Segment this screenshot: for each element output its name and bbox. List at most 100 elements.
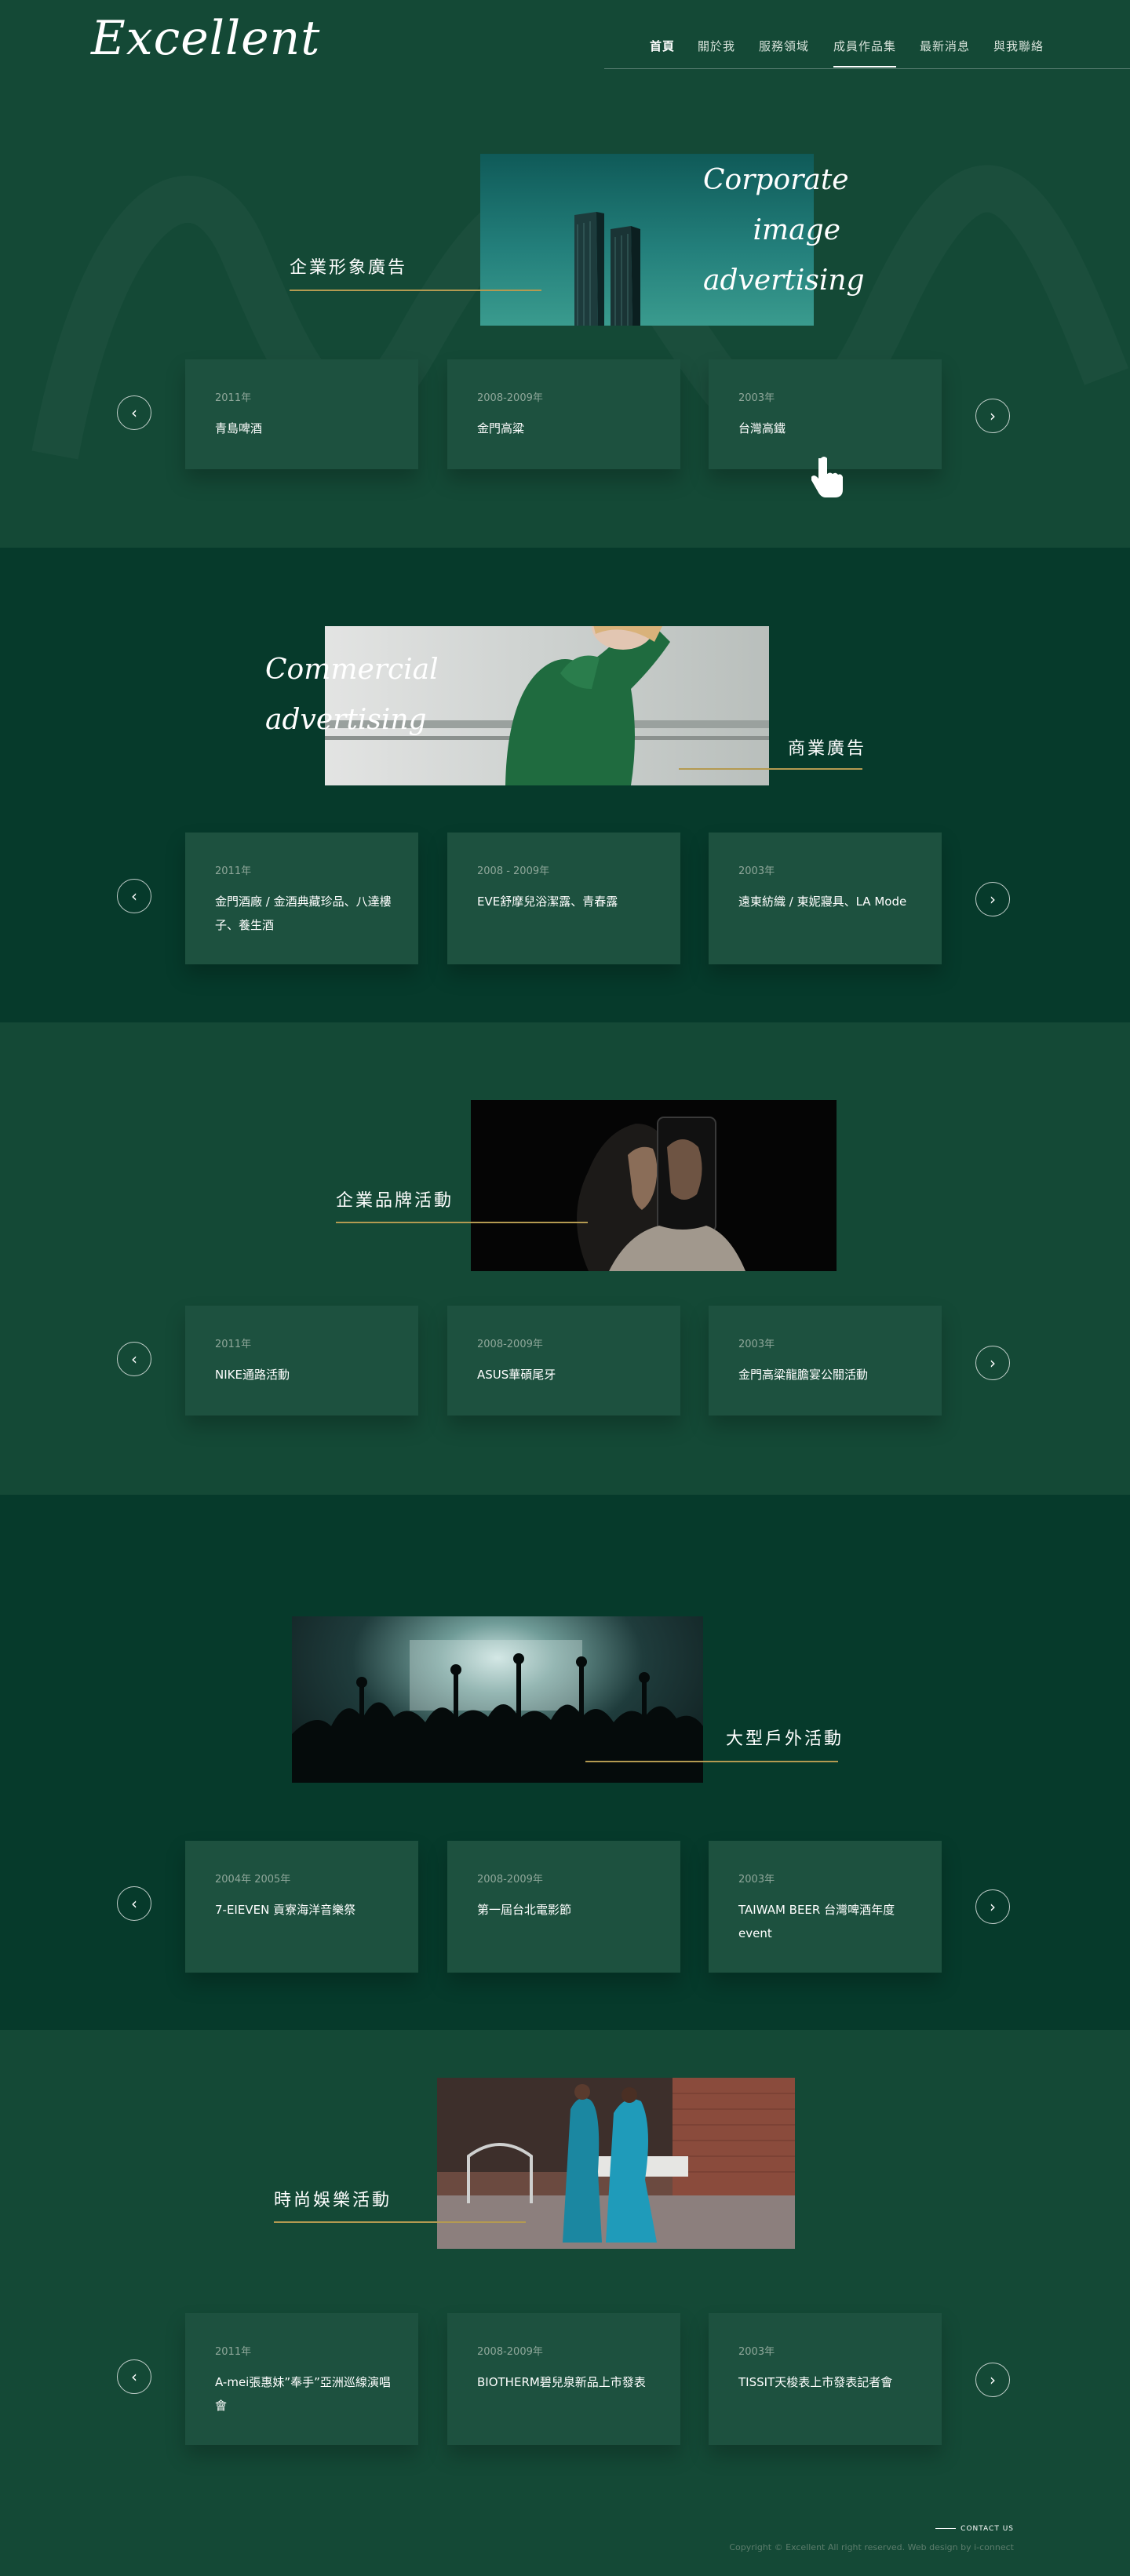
prev-arrow-button[interactable]: ‹ — [117, 1342, 151, 1376]
script-line: advertising — [265, 704, 427, 736]
card-title: 遠東紡織 / 東妮寢具、LA Mode — [738, 894, 907, 909]
card-title: A-mei張惠妹”奉手”亞洲巡線演唱會 — [215, 2375, 391, 2413]
card-year: 2008-2009年 — [477, 1874, 543, 1886]
title-underline — [274, 2221, 526, 2223]
work-card[interactable]: 2003年 遠東紡織 / 東妮寢具、LA Mode — [709, 833, 942, 964]
card-title: ASUS華碩尾牙 — [477, 1368, 556, 1382]
work-card[interactable]: 2008-2009年 BIOTHERM碧兒泉新品上市發表 — [447, 2313, 680, 2445]
card-year: 2003年 — [738, 1874, 775, 1886]
chevron-right-icon: › — [990, 890, 996, 909]
card-year: 2008-2009年 — [477, 2346, 543, 2358]
category-title: 商業廣告 — [788, 739, 867, 759]
title-underline — [585, 1761, 838, 1762]
prev-arrow-button[interactable]: ‹ — [117, 395, 151, 430]
card-title: 青島啤酒 — [215, 421, 263, 435]
nav-news[interactable]: 最新消息 — [920, 38, 970, 54]
work-card[interactable]: 2011年 NIKE通路活動 — [185, 1306, 418, 1416]
next-arrow-button[interactable]: › — [975, 1889, 1010, 1924]
chevron-right-icon: › — [990, 406, 996, 425]
card-title: 第一屆台北電影節 — [477, 1903, 572, 1917]
card-year: 2003年 — [738, 392, 775, 404]
next-arrow-button[interactable]: › — [975, 882, 1010, 916]
card-year: 2008 - 2009年 — [477, 865, 550, 877]
card-year: 2003年 — [738, 865, 775, 877]
fashion-event-photo — [437, 2078, 795, 2249]
category-title: 企業形象廣告 — [290, 258, 408, 278]
card-title: NIKE通路活動 — [215, 1368, 290, 1382]
contact-line — [935, 2528, 957, 2529]
concert-crowd-illustration — [292, 1640, 703, 1783]
card-year: 2011年 — [215, 865, 252, 877]
card-title: 金門酒廠 / 金酒典藏珍品、八達樓子、養生酒 — [215, 894, 392, 932]
outdoor-event-photo — [292, 1616, 703, 1783]
work-card[interactable]: 2008-2009年 第一屆台北電影節 — [447, 1841, 680, 1973]
work-card[interactable]: 2011年 青島啤酒 — [185, 359, 418, 469]
hand-cursor-icon — [811, 457, 843, 497]
chevron-right-icon: › — [990, 1897, 996, 1916]
script-line: image — [753, 214, 840, 246]
category-title: 大型戶外活動 — [726, 1729, 844, 1749]
work-card[interactable]: 2003年 TISSIT天梭表上市發表記者會 — [709, 2313, 942, 2445]
work-card[interactable]: 2008-2009年 ASUS華碩尾牙 — [447, 1306, 680, 1416]
main-nav: 首頁 關於我 服務領域 成員作品集 最新消息 與我聯絡 — [604, 38, 1130, 69]
woman-mirror-phone-illustration — [577, 1117, 745, 1271]
category-title: 企業品牌活動 — [336, 1191, 454, 1211]
card-title: 7-EIEVEN 貢寮海洋音樂祭 — [215, 1903, 356, 1917]
card-year: 2011年 — [215, 392, 252, 404]
title-underline — [679, 768, 862, 770]
chevron-right-icon: › — [990, 1354, 996, 1372]
card-year: 2004年 2005年 — [215, 1874, 291, 1886]
card-year: 2008-2009年 — [477, 392, 543, 404]
script-line: advertising — [703, 264, 865, 297]
prev-arrow-button[interactable]: ‹ — [117, 879, 151, 913]
site-header: Excellent 首頁 關於我 服務領域 成員作品集 最新消息 與我聯絡 — [0, 0, 1130, 78]
nav-contact[interactable]: 與我聯絡 — [993, 38, 1044, 54]
card-year: 2011年 — [215, 1339, 252, 1350]
fashion-models-illustration — [437, 2078, 795, 2249]
nav-portfolio[interactable]: 成員作品集 — [833, 38, 897, 67]
card-title: 台灣高鐵 — [738, 421, 786, 435]
work-card[interactable]: 2011年 A-mei張惠妹”奉手”亞洲巡線演唱會 — [185, 2313, 418, 2445]
title-underline — [290, 290, 541, 291]
page: Excellent 首頁 關於我 服務領域 成員作品集 最新消息 與我聯絡 Co… — [0, 0, 1130, 2576]
script-line: Commercial — [265, 654, 439, 686]
card-year: 2003年 — [738, 2346, 775, 2358]
work-card[interactable]: 2003年 TAIWAM BEER 台灣啤酒年度event — [709, 1841, 942, 1973]
chevron-left-icon: ‹ — [131, 887, 137, 905]
work-card[interactable]: 2011年 金門酒廠 / 金酒典藏珍品、八達樓子、養生酒 — [185, 833, 418, 964]
nav-about[interactable]: 關於我 — [698, 38, 735, 54]
work-card[interactable]: 2003年 金門高粱龍膽宴公關活動 — [709, 1306, 942, 1416]
card-year: 2011年 — [215, 2346, 252, 2358]
title-underline — [336, 1222, 588, 1223]
next-arrow-button[interactable]: › — [975, 399, 1010, 433]
chevron-left-icon: ‹ — [131, 1894, 137, 1913]
contact-us-label: CONTACT US — [960, 2525, 1014, 2533]
work-card[interactable]: 2008-2009年 金門高粱 — [447, 359, 680, 469]
script-line: Corporate — [703, 164, 849, 196]
script-commercial: Commercial advertising — [265, 645, 439, 745]
card-year: 2008-2009年 — [477, 1339, 543, 1350]
nav-services[interactable]: 服務領域 — [759, 38, 809, 54]
logo[interactable]: Excellent — [91, 11, 320, 66]
chevron-left-icon: ‹ — [131, 403, 137, 422]
work-card[interactable]: 2004年 2005年 7-EIEVEN 貢寮海洋音樂祭 — [185, 1841, 418, 1973]
chevron-left-icon: ‹ — [131, 2367, 137, 2386]
card-year: 2003年 — [738, 1339, 775, 1350]
card-title: 金門高粱龍膽宴公關活動 — [738, 1368, 869, 1382]
prev-arrow-button[interactable]: ‹ — [117, 2359, 151, 2394]
chevron-right-icon: › — [990, 2370, 996, 2389]
next-arrow-button[interactable]: › — [975, 2363, 1010, 2397]
prev-arrow-button[interactable]: ‹ — [117, 1886, 151, 1921]
next-arrow-button[interactable]: › — [975, 1346, 1010, 1380]
work-card[interactable]: 2003年 台灣高鐵 — [709, 359, 942, 469]
copyright-text: Copyright © Excellent All right reserved… — [729, 2542, 1014, 2552]
chevron-left-icon: ‹ — [131, 1350, 137, 1368]
contact-us-link[interactable]: CONTACT US — [935, 2525, 1014, 2533]
script-corporate: Corporate image advertising — [703, 155, 865, 306]
category-title: 時尚娛樂活動 — [274, 2191, 392, 2210]
brand-event-photo — [471, 1100, 837, 1271]
work-card[interactable]: 2008 - 2009年 EVE舒摩兒浴潔露、青春露 — [447, 833, 680, 964]
card-title: TAIWAM BEER 台灣啤酒年度event — [738, 1903, 895, 1940]
card-title: BIOTHERM碧兒泉新品上市發表 — [477, 2375, 646, 2389]
nav-home[interactable]: 首頁 — [650, 38, 675, 54]
